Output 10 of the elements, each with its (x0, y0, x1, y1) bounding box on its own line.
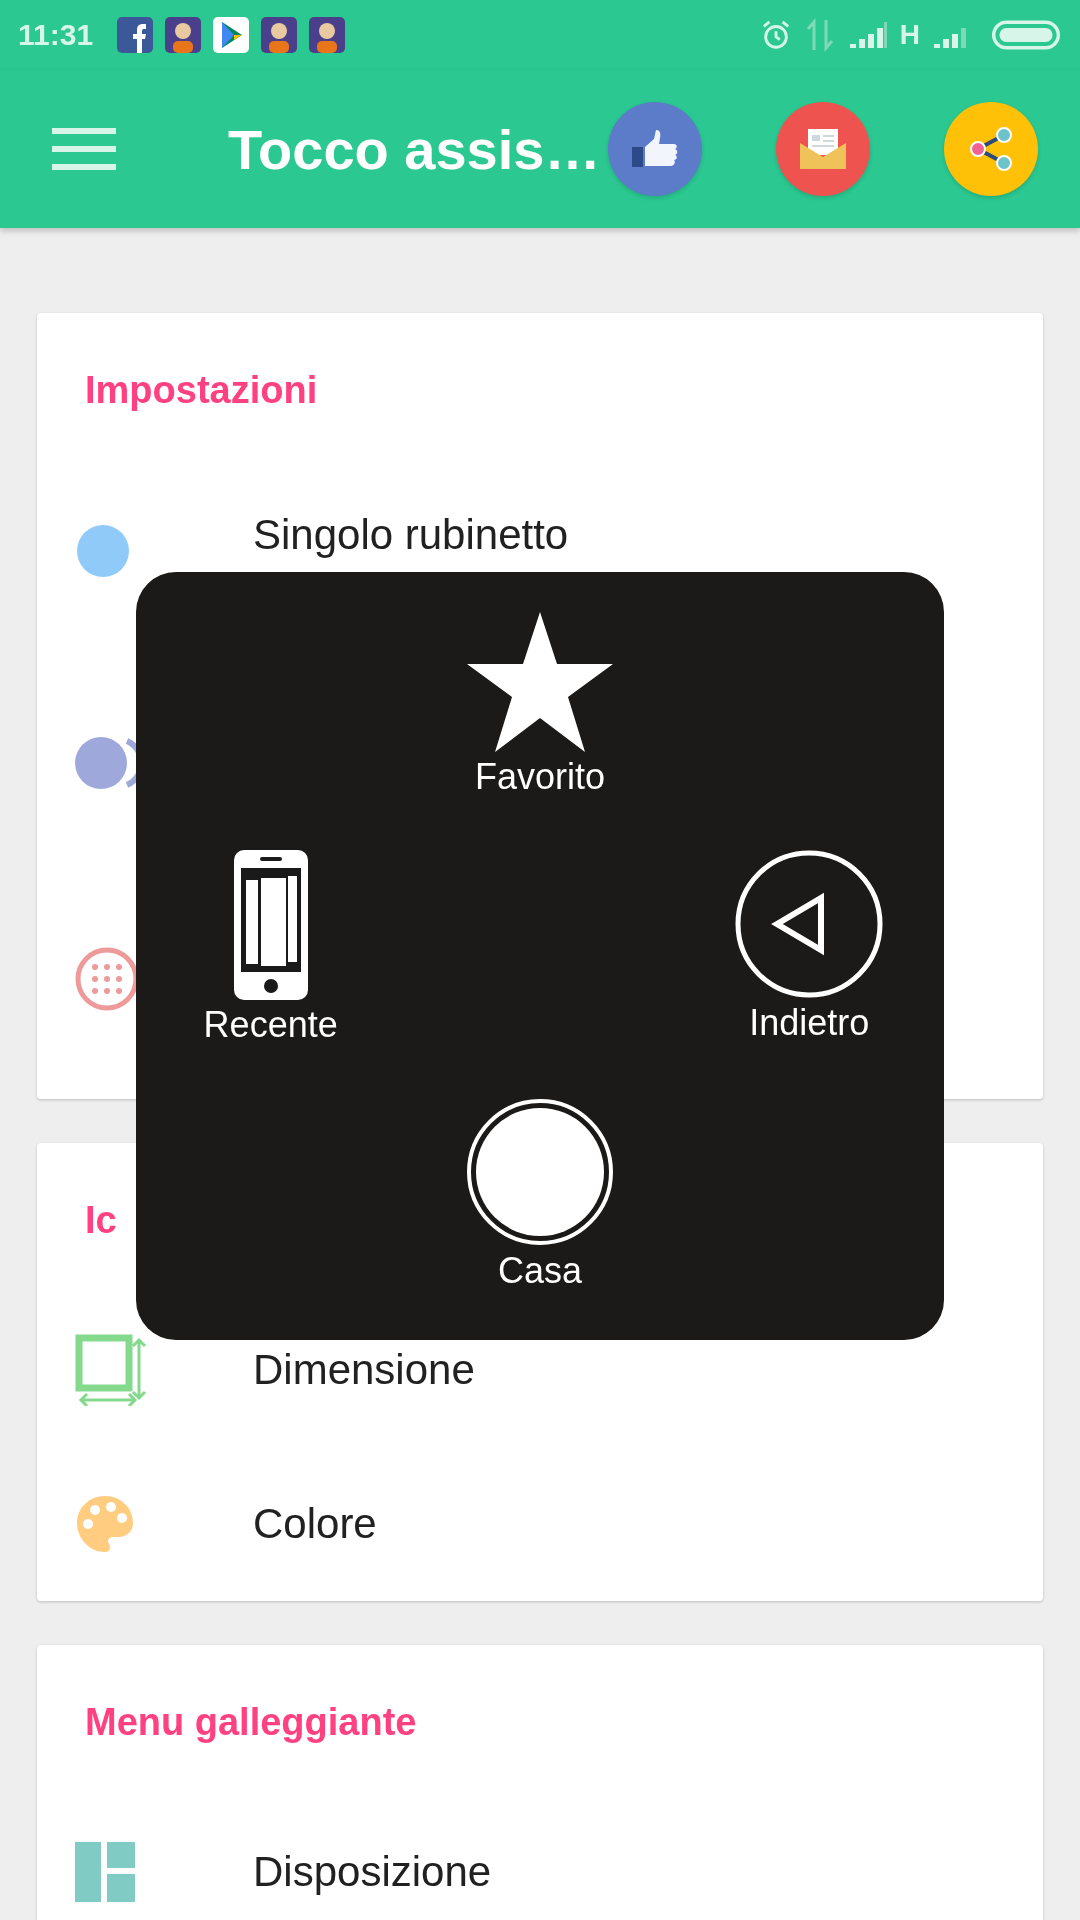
app-title: Tocco assis… (228, 116, 602, 182)
section-title: Menu galleggiante (85, 1701, 417, 1743)
item-title: Dimensione (253, 1346, 475, 1394)
section-title: Impostazioni (85, 369, 318, 411)
item-title: Singolo rubinetto (253, 511, 569, 559)
item-title: Disposizione (253, 1848, 492, 1896)
network-type: H (899, 19, 920, 51)
item-title: Colore (253, 1500, 377, 1548)
section-title: Ic (85, 1199, 117, 1241)
clock-time: 11:31 (18, 18, 94, 52)
